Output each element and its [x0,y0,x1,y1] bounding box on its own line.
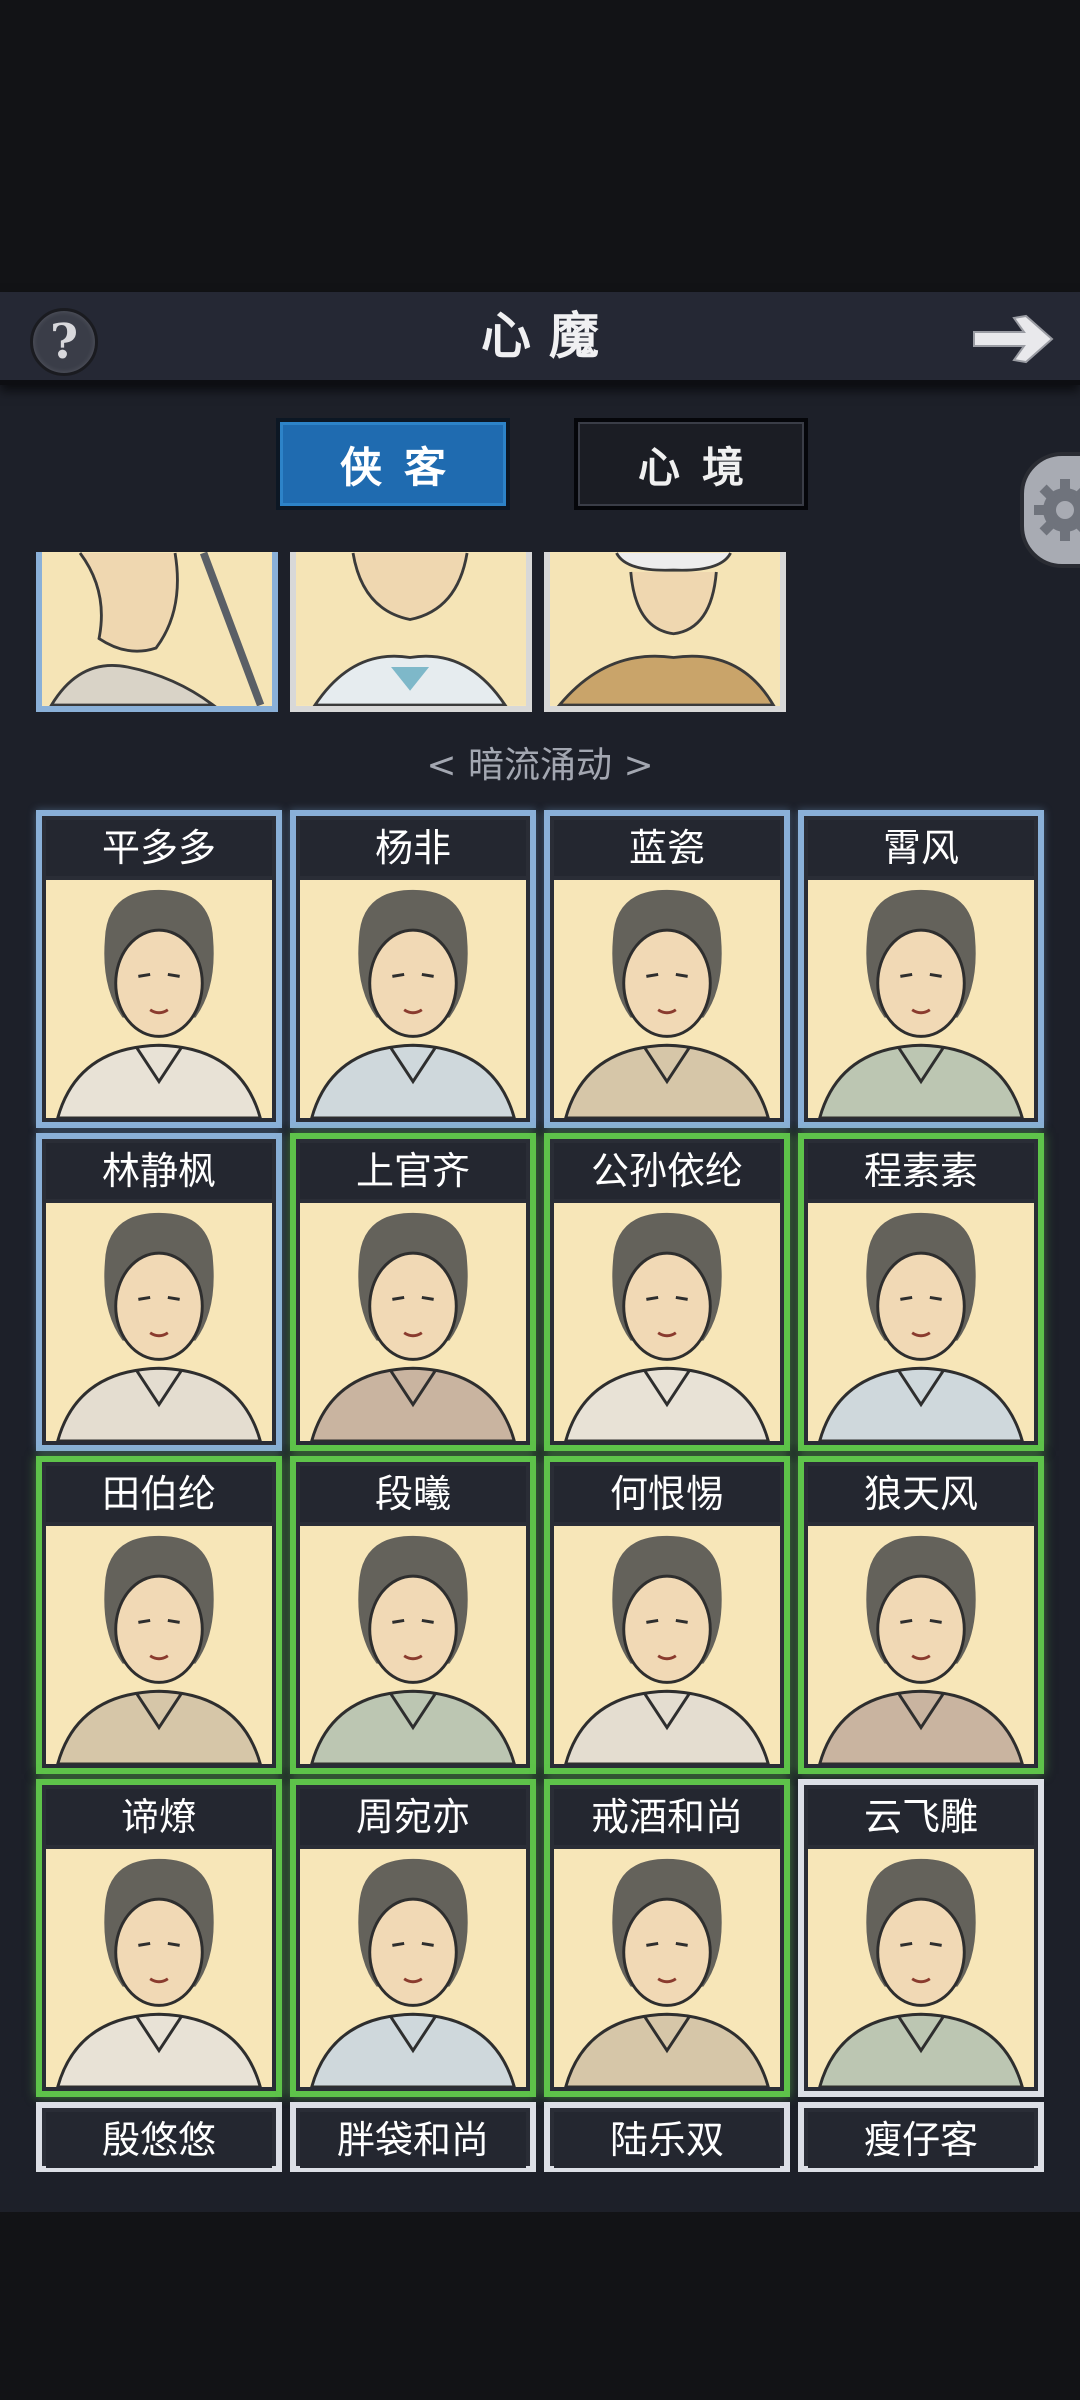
character-card[interactable]: 平多多 [36,810,282,1128]
character-portrait-icon [555,1203,779,1441]
character-name: 上官齐 [300,1143,526,1199]
game-screen: 心魔 ? 侠客 心境 < 暗流涌动 > 平多多 杨非 蓝瓷 霄风 林静枫 上官齐… [0,0,1080,2400]
character-name: 公孙依纶 [554,1143,780,1199]
character-card[interactable]: 段曦 [290,1456,536,1774]
character-card[interactable]: 狼天风 [798,1456,1044,1774]
character-name: 田伯纶 [46,1466,272,1522]
character-card[interactable]: 陆乐双 [544,2102,790,2172]
character-portrait-icon [296,552,526,706]
character-card[interactable]: 胖袋和尚 [290,2102,536,2172]
character-portrait-icon [809,1203,1033,1441]
character-portrait [808,1203,1034,1441]
arrow-right-icon[interactable] [968,308,1060,370]
character-portrait [46,1526,272,1764]
bottom-letterbox [0,2212,1080,2400]
character-card[interactable]: 程素素 [798,1133,1044,1451]
character-name: 霄风 [808,820,1034,876]
character-name: 陆乐双 [554,2112,780,2168]
character-name: 段曦 [300,1466,526,1522]
character-card[interactable]: 公孙依纶 [544,1133,790,1451]
character-card[interactable]: 殷悠悠 [36,2102,282,2172]
portrait-card-partial[interactable] [36,552,278,712]
character-name: 狼天风 [808,1466,1034,1522]
portrait-card-partial[interactable] [544,552,786,712]
character-name: 何恨惕 [554,1466,780,1522]
character-name: 蓝瓷 [554,820,780,876]
character-portrait [808,1526,1034,1764]
character-name: 程素素 [808,1143,1034,1199]
character-portrait-icon [555,1526,779,1764]
character-portrait [554,1849,780,2087]
character-portrait [46,1849,272,2087]
character-portrait-icon [47,1526,271,1764]
top-letterbox [0,0,1080,292]
character-portrait [300,880,526,1118]
character-name: 胖袋和尚 [300,2112,526,2168]
tab-xinjing[interactable]: 心境 [574,418,808,510]
character-portrait-icon [42,552,272,706]
character-name: 瘦仔客 [808,2112,1034,2168]
character-portrait-icon [47,880,271,1118]
character-portrait [300,1849,526,2087]
character-portrait [46,1203,272,1441]
character-card[interactable]: 田伯纶 [36,1456,282,1774]
tab-xiake[interactable]: 侠客 [276,418,510,510]
character-portrait [554,880,780,1118]
section-label: < 暗流涌动 > [426,745,654,786]
character-name: 周宛亦 [300,1789,526,1845]
character-card[interactable]: 上官齐 [290,1133,536,1451]
character-portrait [808,1849,1034,2087]
character-portrait [808,880,1034,1118]
character-portrait-icon [555,1849,779,2087]
character-name: 殷悠悠 [46,2112,272,2168]
character-portrait-icon [555,880,779,1118]
character-card[interactable]: 杨非 [290,810,536,1128]
character-portrait-icon [550,552,780,706]
character-name: 戒酒和尚 [554,1789,780,1845]
character-card[interactable]: 周宛亦 [290,1779,536,2097]
character-card[interactable]: 谛燎 [36,1779,282,2097]
character-name: 林静枫 [46,1143,272,1199]
character-portrait [300,1526,526,1764]
character-card[interactable]: 戒酒和尚 [544,1779,790,2097]
portrait-card-partial[interactable] [290,552,532,712]
character-card[interactable]: 何恨惕 [544,1456,790,1774]
character-portrait-icon [301,1526,525,1764]
character-portrait-icon [47,1203,271,1441]
character-portrait-icon [47,1849,271,2087]
help-button[interactable]: ? [30,308,98,376]
character-portrait-icon [301,880,525,1118]
character-portrait [300,1203,526,1441]
character-card[interactable]: 林静枫 [36,1133,282,1451]
character-card[interactable]: 霄风 [798,810,1044,1128]
header-bar: 心魔 ? [0,292,1080,385]
character-portrait-icon [809,1849,1033,2087]
character-name: 平多多 [46,820,272,876]
character-portrait-icon [809,1526,1033,1764]
character-portrait-icon [301,1849,525,2087]
character-portrait [554,1203,780,1441]
question-mark-icon: ? [49,314,79,370]
character-portrait [46,880,272,1118]
character-portrait-icon [301,1203,525,1441]
character-portrait [554,1526,780,1764]
character-name: 云飞雕 [808,1789,1034,1845]
page-title: 心魔 [481,306,617,365]
character-card[interactable]: 瘦仔客 [798,2102,1044,2172]
character-card[interactable]: 蓝瓷 [544,810,790,1128]
character-card[interactable]: 云飞雕 [798,1779,1044,2097]
character-name: 杨非 [300,820,526,876]
settings-button[interactable] [1020,452,1080,568]
character-portrait-icon [809,880,1033,1118]
gear-icon [1034,479,1080,541]
character-name: 谛燎 [46,1789,272,1845]
